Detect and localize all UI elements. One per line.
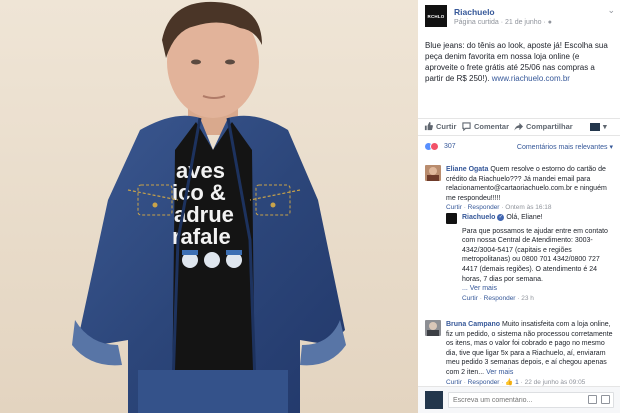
comment-label: Comentar — [474, 122, 510, 131]
post-meta-text: Página curtida · 21 de junho · — [454, 19, 548, 26]
speech-bubble-icon — [462, 122, 471, 131]
avatar[interactable] — [425, 165, 441, 181]
emoji-icon[interactable] — [588, 395, 597, 404]
camera-icon[interactable] — [601, 395, 610, 404]
share-label: Compartilhar — [526, 122, 573, 131]
caret-down-icon: ▾ — [603, 122, 607, 131]
page-name-link[interactable]: Riachuelo — [454, 7, 495, 17]
share-arrow-icon — [514, 122, 523, 131]
comment-reply-link[interactable]: Responder — [484, 295, 516, 302]
comment-item: Bruna Campano Muito insatisfeita com a l… — [425, 320, 615, 387]
post-photo[interactable]: aves ico & adrue rafale — [0, 0, 418, 413]
page-avatar-icon — [590, 122, 600, 131]
comment-body: Bruna Campano Muito insatisfeita com a l… — [446, 320, 614, 387]
comment-like-link[interactable]: Curtir — [462, 295, 478, 302]
model-photo-illustration: aves ico & adrue rafale — [0, 0, 418, 413]
comment-like-link[interactable]: Curtir — [446, 379, 462, 386]
post-header: RCHLO Riachuelo Página curtida · 21 de j… — [425, 5, 615, 31]
comment-button[interactable]: Comentar — [462, 122, 509, 131]
comment-input-icons — [588, 395, 610, 404]
comment-reply-item: Riachuelo ✓ Olá, Eliane! Para que possam… — [446, 213, 616, 315]
globe-icon: ● — [547, 19, 553, 26]
see-more-link[interactable]: ... Ver mais — [462, 284, 612, 294]
thumbs-up-icon: 👍 — [505, 378, 514, 386]
verified-badge-icon: ✓ — [497, 213, 505, 221]
comment-text: Muito insatisfeita com a loja online, fi… — [446, 321, 613, 376]
comment-time[interactable]: Ontem às 16:18 — [505, 204, 551, 211]
comment-greeting: Olá, Eliane! — [506, 214, 543, 221]
comment-like-link[interactable]: Curtir — [446, 204, 462, 211]
comment-actions: Curtir · Responder · 23 h — [462, 294, 534, 302]
post-text: Blue jeans: do tênis ao look, aposte já!… — [425, 40, 611, 84]
write-comment-bar — [418, 386, 620, 413]
comment-author[interactable]: Eliane Ogata — [446, 166, 488, 173]
comment-actions: Curtir · Responder · Ontem às 16:18 — [446, 204, 552, 212]
thumbs-up-icon — [424, 122, 433, 131]
love-reaction-icon — [430, 142, 439, 151]
like-count-value: 1 — [515, 378, 519, 386]
like-label: Curtir — [436, 122, 457, 131]
comment-text: Para que possamos te ajudar entre em con… — [462, 227, 608, 283]
comment-author[interactable]: Bruna Campano — [446, 321, 500, 328]
comment-reply-link[interactable]: Responder — [468, 204, 500, 211]
post-meta: Página curtida · 21 de junho · ● — [454, 19, 552, 26]
page-logo[interactable]: RCHLO — [425, 5, 447, 27]
share-button[interactable]: Compartilhar — [514, 122, 573, 131]
post-panel: RCHLO Riachuelo Página curtida · 21 de j… — [418, 0, 620, 413]
post-link[interactable]: www.riachuelo.com.br — [492, 74, 570, 83]
comment-reply-link[interactable]: Responder — [468, 379, 500, 386]
reaction-count[interactable]: 307 — [444, 143, 456, 150]
like-button[interactable]: Curtir — [424, 122, 456, 131]
avatar[interactable] — [425, 320, 441, 336]
chevron-down-icon[interactable]: ⌄ — [607, 5, 615, 16]
comment-body: Riachuelo ✓ Olá, Eliane! Para que possam… — [462, 213, 612, 303]
comment-like-count[interactable]: 👍 1 — [505, 379, 519, 386]
comment-body: Eliane Ogata Quem resolve o estorno do c… — [446, 165, 614, 213]
reactions-row: 307 Comentários mais relevantes ▾ — [418, 140, 620, 154]
comment-author[interactable]: Riachuelo — [462, 214, 495, 221]
avatar[interactable] — [446, 213, 457, 224]
comment-item: Eliane Ogata Quem resolve o estorno do c… — [425, 165, 615, 217]
reaction-icons[interactable] — [424, 142, 439, 151]
see-more-link[interactable]: Ver mais — [486, 369, 513, 376]
comment-time[interactable]: 22 de junho às 09:05 — [525, 379, 586, 386]
comment-sort-dropdown[interactable]: Comentários mais relevantes ▾ — [517, 143, 613, 151]
comment-time[interactable]: 23 h — [521, 295, 534, 302]
post-as-selector[interactable]: ▾ — [590, 122, 607, 131]
post-actions-bar: Curtir Comentar Compartilhar ▾ — [418, 118, 620, 136]
avatar[interactable] — [425, 391, 443, 409]
